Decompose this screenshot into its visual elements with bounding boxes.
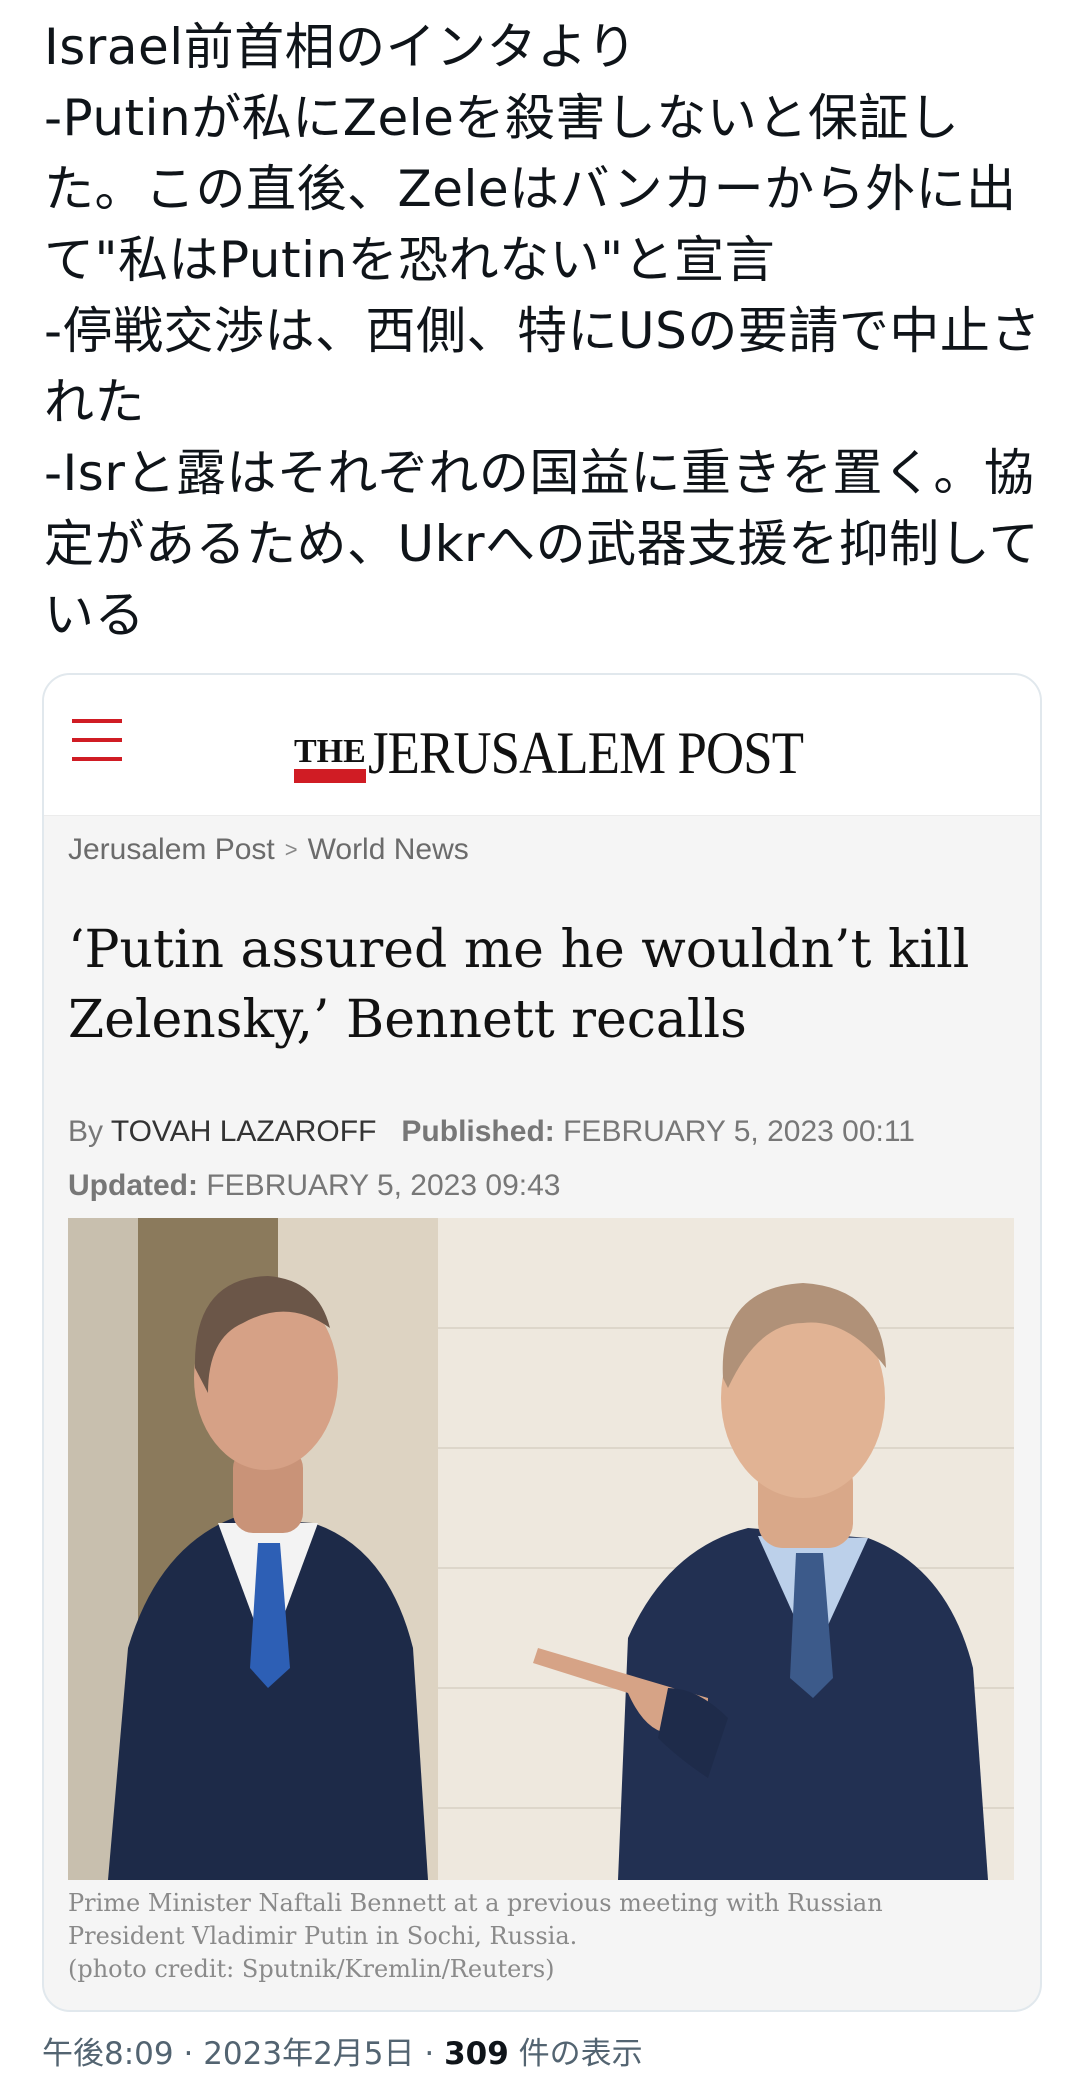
- tweet-time[interactable]: 午後8:09: [42, 2036, 174, 2072]
- link-card[interactable]: THE JERUSALEM POST Jerusalem Post > Worl…: [42, 673, 1042, 2012]
- article-photo[interactable]: [68, 1218, 1014, 1880]
- view-count: 309: [444, 2036, 509, 2072]
- breadcrumb-separator-icon: >: [284, 837, 298, 862]
- tweet-text: Israel前首相のインタより -Putinが私にZeleを殺害しないと保証した…: [44, 18, 1041, 644]
- meta-separator: ·: [173, 2036, 204, 2072]
- published-label: Published:: [401, 1115, 555, 1148]
- hamburger-menu-icon[interactable]: [72, 715, 122, 765]
- jerusalem-post-logo[interactable]: THE JERUSALEM POST: [294, 703, 862, 783]
- breadcrumb-world-news[interactable]: World News: [308, 833, 469, 867]
- photo-illustration: [68, 1218, 1014, 1880]
- byline-line-2: Updated: FEBRUARY 5, 2023 09:43: [68, 1159, 1028, 1213]
- breadcrumb: Jerusalem Post > World News: [68, 833, 469, 867]
- view-label: 件の表示: [508, 2036, 643, 2072]
- updated-label: Updated:: [68, 1169, 198, 1202]
- updated-date: FEBRUARY 5, 2023 09:43: [206, 1169, 561, 1202]
- photo-caption: Prime Minister Naftali Bennett at a prev…: [68, 1887, 1014, 1986]
- byline-line-1: By TOVAH LAZAROFF Published: FEBRUARY 5,…: [68, 1105, 1028, 1159]
- site-header: THE JERUSALEM POST: [44, 675, 1040, 816]
- breadcrumb-home[interactable]: Jerusalem Post: [68, 833, 275, 867]
- article-headline[interactable]: ‘Putin assured me he wouldn’t kill Zelen…: [68, 915, 1008, 1055]
- caption-line-1: Prime Minister Naftali Bennett at a prev…: [68, 1889, 883, 1917]
- logo-wordmark: JERUSALEM POST: [367, 720, 804, 786]
- logo-the: THE: [294, 735, 366, 783]
- meta-separator: ·: [414, 2036, 445, 2072]
- tweet-metadata: 午後8:09 · 2023年2月5日 · 309 件の表示: [42, 2028, 643, 2073]
- caption-line-2: President Vladimir Putin in Sochi, Russi…: [68, 1922, 578, 1950]
- published-date: FEBRUARY 5, 2023 00:11: [563, 1115, 915, 1148]
- tweet-date[interactable]: 2023年2月5日: [203, 2036, 414, 2072]
- article-byline: By TOVAH LAZAROFF Published: FEBRUARY 5,…: [68, 1105, 1028, 1213]
- author-link[interactable]: TOVAH LAZAROFF: [111, 1115, 377, 1148]
- by-label: By: [68, 1115, 104, 1148]
- photo-credit: (photo credit: Sputnik/Kremlin/Reuters): [68, 1955, 555, 1983]
